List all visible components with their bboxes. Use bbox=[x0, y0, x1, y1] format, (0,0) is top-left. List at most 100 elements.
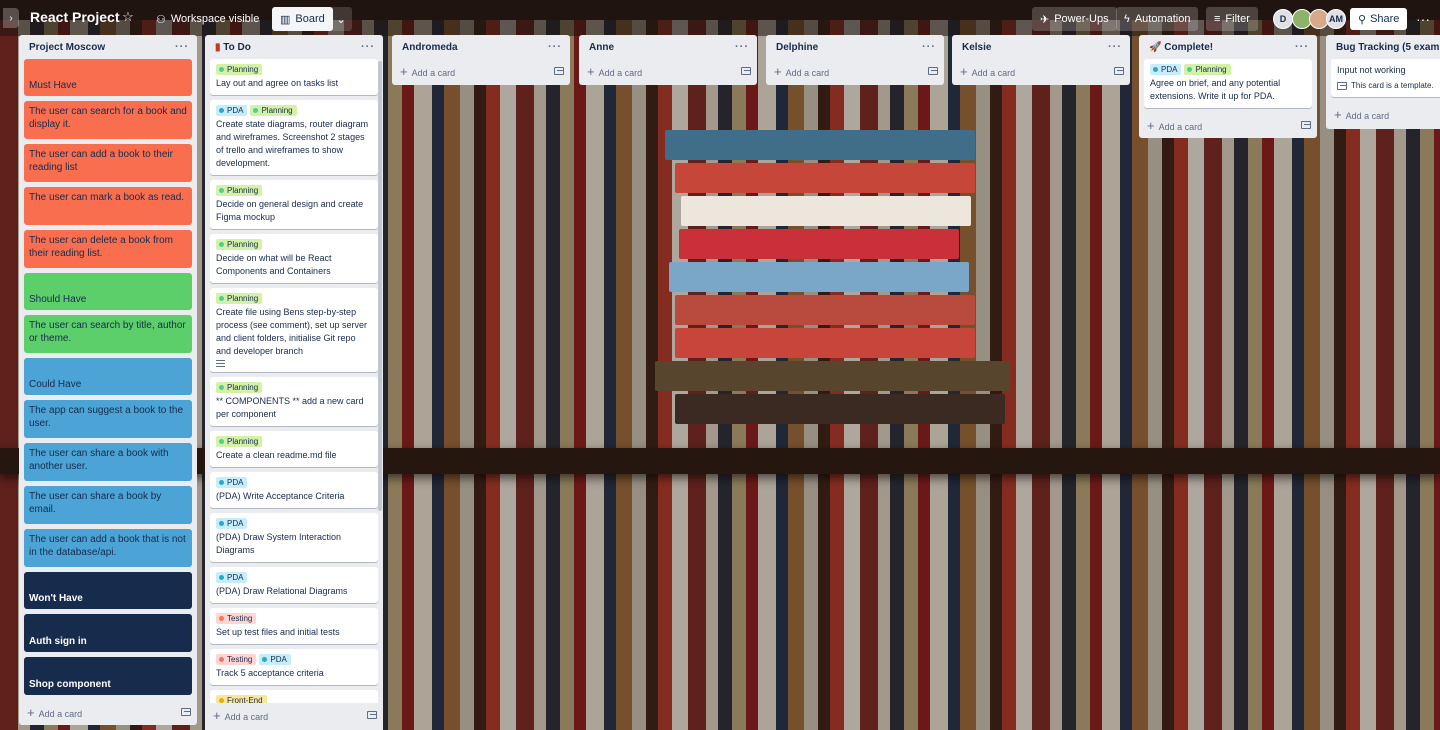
board-view-button[interactable]: ▥ Board bbox=[272, 7, 333, 31]
todo-card[interactable]: Planning ** COMPONENTS ** add a new card … bbox=[210, 377, 378, 426]
star-icon[interactable]: ☆ bbox=[120, 9, 136, 25]
card-template-icon[interactable] bbox=[928, 67, 938, 75]
card-auth-sign-in[interactable]: Auth sign in bbox=[24, 614, 192, 652]
list-menu-icon[interactable]: ··· bbox=[1295, 41, 1309, 53]
card-template-icon[interactable] bbox=[181, 708, 191, 716]
card-title: Create state diagrams, router diagram an… bbox=[216, 119, 369, 168]
template-note: This card is a template. bbox=[1351, 81, 1434, 90]
card-must-have[interactable]: Must Have bbox=[24, 59, 192, 96]
plus-icon: + bbox=[587, 63, 595, 79]
add-card-button[interactable]: + Add a card bbox=[1326, 102, 1440, 126]
add-card-button[interactable]: + Add a card bbox=[766, 59, 944, 83]
card-title: ** COMPONENTS ** add a new card per comp… bbox=[216, 396, 364, 419]
todo-card[interactable]: Planning Decide on general design and cre… bbox=[210, 180, 378, 229]
list-title[interactable]: 🚀 Complete! bbox=[1149, 42, 1213, 53]
list-menu-icon[interactable]: ··· bbox=[735, 41, 749, 53]
visibility-button[interactable]: ⚇ Workspace visible bbox=[148, 7, 267, 31]
card-agree-brief[interactable]: PDA Planning Agree on brief, and any pot… bbox=[1144, 59, 1312, 108]
todo-card[interactable]: PDA Planning Create state diagrams, router… bbox=[210, 100, 378, 175]
card-input-not-working[interactable]: Input not working This card is a templat… bbox=[1331, 59, 1440, 97]
list-menu-icon[interactable]: ··· bbox=[548, 41, 562, 53]
list-menu-icon[interactable]: ··· bbox=[1108, 41, 1122, 53]
list-scrollbar[interactable] bbox=[378, 61, 382, 511]
card-template-icon[interactable] bbox=[1301, 121, 1311, 129]
card-template-icon[interactable] bbox=[554, 67, 564, 75]
list-title-text: To Do bbox=[223, 41, 251, 53]
card-template-icon[interactable] bbox=[367, 711, 377, 719]
avatar-d[interactable]: D bbox=[1273, 9, 1293, 29]
todo-card[interactable]: Planning Decide on what will be React Com… bbox=[210, 234, 378, 283]
add-card-button[interactable]: + Add a card bbox=[952, 59, 1130, 83]
list-title[interactable]: ▮ To Do bbox=[215, 42, 251, 53]
list-menu-icon[interactable]: ··· bbox=[175, 41, 189, 53]
add-card-button[interactable]: + Add a card bbox=[1139, 113, 1317, 137]
todo-card[interactable]: Testing Set up test files and initial tes… bbox=[210, 608, 378, 644]
card-moscow[interactable]: The user can delete a book from their re… bbox=[24, 230, 192, 268]
list-title[interactable]: Project Moscow bbox=[29, 42, 105, 53]
todo-card[interactable]: Planning Create file using Bens step-by-s… bbox=[210, 288, 378, 372]
filter-button[interactable]: ≡ Filter bbox=[1206, 7, 1258, 31]
add-card-button[interactable]: + Add a card bbox=[579, 59, 757, 83]
card-moscow[interactable]: The user can search for a book and displ… bbox=[24, 101, 192, 139]
board-title[interactable]: React Project bbox=[30, 9, 119, 25]
list-menu-icon[interactable]: ··· bbox=[361, 41, 375, 53]
card-title: Decide on general design and create Figm… bbox=[216, 199, 364, 222]
card-wont-have[interactable]: Won't Have bbox=[24, 572, 192, 609]
list-title[interactable]: Andromeda bbox=[402, 42, 458, 53]
power-ups-button[interactable]: ✈ Power-Ups bbox=[1032, 7, 1117, 31]
list-bug-tracking: Bug Tracking (5 examples) Input not work… bbox=[1326, 35, 1440, 129]
list-title[interactable]: Kelsie bbox=[962, 42, 991, 53]
label-planning: Planning bbox=[216, 239, 263, 250]
add-card-button[interactable]: + Add a card bbox=[392, 59, 570, 83]
power-ups-label: Power-Ups bbox=[1054, 13, 1109, 25]
todo-card[interactable]: PDA (PDA) Draw System Interaction Diagram… bbox=[210, 513, 378, 562]
todo-card[interactable]: Testing PDA Track 5 acceptance criteria bbox=[210, 649, 378, 685]
card-shop-component[interactable]: Shop component bbox=[24, 657, 192, 695]
card-moscow[interactable]: The user can mark a book as read. bbox=[24, 187, 192, 225]
card-moscow[interactable]: The user can share a book with another u… bbox=[24, 443, 192, 481]
filter-label: Filter bbox=[1225, 13, 1250, 25]
card-should-have[interactable]: Should Have bbox=[24, 273, 192, 310]
label-testing: Testing bbox=[216, 613, 257, 624]
label-planning: Planning bbox=[250, 105, 297, 116]
chevron-right-icon: › bbox=[9, 12, 13, 24]
book-emoji-icon: ▮ bbox=[215, 41, 221, 53]
label-pda: PDA bbox=[216, 477, 248, 488]
list-title[interactable]: Anne bbox=[589, 42, 614, 53]
list-title[interactable]: Bug Tracking (5 examples) bbox=[1336, 42, 1440, 53]
card-moscow[interactable]: The user can add a book to their reading… bbox=[24, 144, 192, 182]
card-moscow[interactable]: The user can share a book by email. bbox=[24, 486, 192, 524]
plus-icon: + bbox=[400, 63, 408, 79]
plus-icon: + bbox=[213, 707, 221, 723]
list-title[interactable]: Delphine bbox=[776, 42, 818, 53]
share-button[interactable]: ⚲ Share bbox=[1350, 8, 1408, 30]
todo-card[interactable]: PDA (PDA) Write Acceptance Criteria bbox=[210, 472, 378, 508]
automation-button[interactable]: ϟ Automation bbox=[1116, 7, 1199, 31]
todo-card[interactable]: Planning Create a clean readme.md file bbox=[210, 431, 378, 467]
list-menu-icon[interactable]: ··· bbox=[922, 41, 936, 53]
card-template-icon[interactable] bbox=[741, 67, 751, 75]
list-project-moscow: Project Moscow ··· Must Have The user ca… bbox=[19, 35, 197, 725]
card-moscow[interactable]: The app can suggest a book to the user. bbox=[24, 400, 192, 438]
label-planning: Planning bbox=[216, 382, 263, 393]
card-template-icon[interactable] bbox=[1114, 67, 1124, 75]
avatar-am[interactable]: AM bbox=[1326, 9, 1346, 29]
card-moscow[interactable]: The user can search by title, author or … bbox=[24, 315, 192, 353]
todo-card[interactable]: Front-EndTidy up create-react-app bbox=[210, 690, 378, 703]
todo-card[interactable]: PDA (PDA) Draw Relational Diagrams bbox=[210, 567, 378, 603]
add-card-button[interactable]: + Add a card bbox=[19, 700, 197, 724]
plus-icon: + bbox=[774, 63, 782, 79]
card-could-have[interactable]: Could Have bbox=[24, 358, 192, 395]
list-delphine: Delphine ··· + Add a card bbox=[766, 35, 944, 85]
view-switcher-button[interactable]: ⌄ bbox=[330, 7, 352, 31]
card-title: Track 5 acceptance criteria bbox=[216, 668, 324, 678]
card-title: Input not working bbox=[1337, 65, 1406, 75]
add-card-button[interactable]: + Add a card bbox=[205, 703, 383, 727]
card-title: (PDA) Draw Relational Diagrams bbox=[216, 586, 348, 596]
todo-card[interactable]: Planning Lay out and agree on tasks list bbox=[210, 59, 378, 95]
sidebar-toggle-button[interactable]: › bbox=[3, 8, 19, 28]
label-pda: PDA bbox=[1150, 64, 1182, 75]
board-menu-button[interactable]: ··· bbox=[1412, 9, 1434, 29]
label-planning: Planning bbox=[216, 64, 263, 75]
card-moscow[interactable]: The user can add a book that is not in t… bbox=[24, 529, 192, 567]
